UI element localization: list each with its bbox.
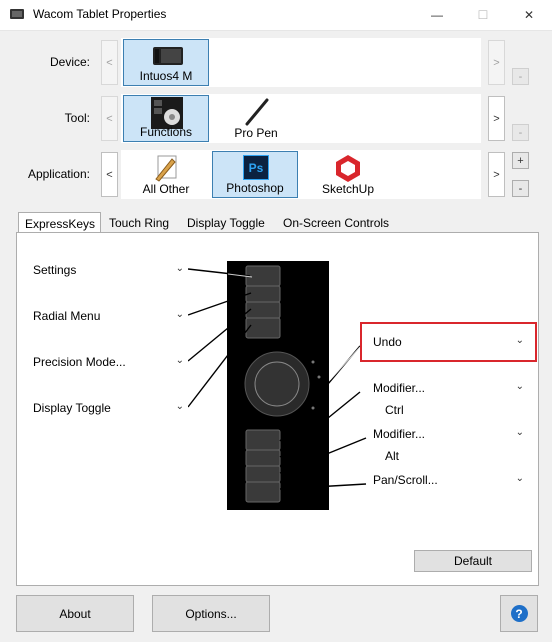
expresskey-dropdown-3[interactable]: Precision Mode... ⌄ xyxy=(28,351,188,373)
default-button[interactable]: Default xyxy=(414,550,532,572)
expresskey-dropdown-7[interactable]: Modifier... ⌄ xyxy=(368,423,528,445)
chevron-down-icon: ⌄ xyxy=(175,401,184,412)
modifier-value-alt: Alt xyxy=(385,449,400,463)
expresskey-dropdown-4[interactable]: Display Toggle ⌄ xyxy=(28,397,188,419)
chevron-down-icon: ⌄ xyxy=(515,473,524,484)
chevron-down-icon: ⌄ xyxy=(175,263,184,274)
chevron-down-icon: ⌄ xyxy=(515,335,524,346)
options-button[interactable]: Options... xyxy=(152,595,270,632)
chevron-down-icon: ⌄ xyxy=(175,309,184,320)
expresskey-dropdown-6[interactable]: Modifier... ⌄ xyxy=(368,377,528,399)
modifier-value-ctrl: Ctrl xyxy=(385,403,404,417)
expresskey-dropdown-5[interactable]: Undo ⌄ xyxy=(368,331,528,353)
help-button[interactable]: ? xyxy=(500,595,538,632)
expresskey-dropdown-1[interactable]: Settings ⌄ xyxy=(28,259,188,281)
expresskey-dropdown-8[interactable]: Pan/Scroll... ⌄ xyxy=(368,469,528,491)
chevron-down-icon: ⌄ xyxy=(515,381,524,392)
expresskey-dropdown-2[interactable]: Radial Menu ⌄ xyxy=(28,305,188,327)
about-button[interactable]: About xyxy=(16,595,134,632)
help-icon: ? xyxy=(510,605,528,622)
chevron-down-icon: ⌄ xyxy=(175,355,184,366)
chevron-down-icon: ⌄ xyxy=(515,427,524,438)
